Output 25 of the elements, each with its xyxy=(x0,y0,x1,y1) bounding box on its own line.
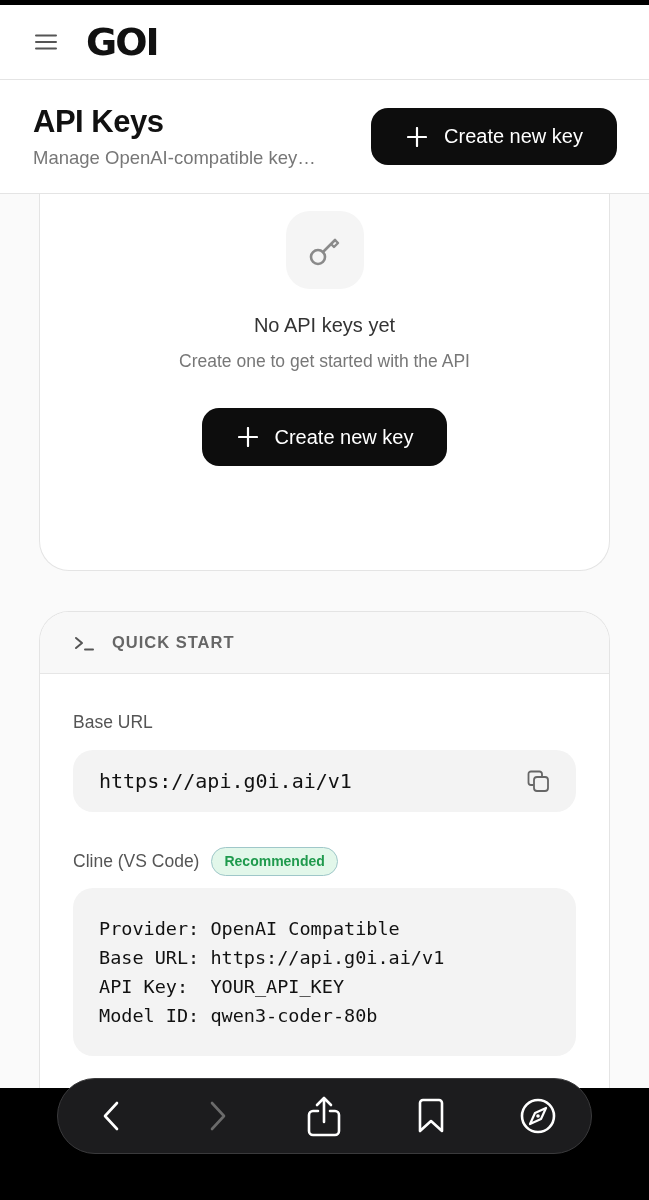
copy-icon[interactable] xyxy=(527,770,549,792)
create-key-button[interactable]: Create new key xyxy=(371,108,617,165)
url-value: https://api.g0i.ai/v1 xyxy=(99,769,352,793)
create-key-button[interactable]: Create new key xyxy=(201,408,448,466)
share-icon[interactable] xyxy=(306,1095,343,1137)
section-label: Base URL xyxy=(73,711,153,733)
code-line: API Key: YOUR_API_KEY xyxy=(99,975,346,999)
logo[interactable]: GOI xyxy=(86,23,158,61)
code-line: Model ID: qwen3-coder-80b xyxy=(99,1004,379,1028)
empty-state-message: Create one to get started with the API xyxy=(179,350,470,373)
menu-icon[interactable] xyxy=(35,34,57,50)
code-line: Base URL: https://api.g0i.ai/v1 xyxy=(99,946,446,970)
code-line: Provider: OpenAI Compatible xyxy=(99,917,401,941)
key-icon xyxy=(285,211,364,289)
section-label: Cline (VS Code) xyxy=(73,850,200,872)
terminal-icon xyxy=(74,634,94,651)
back-icon[interactable] xyxy=(103,1101,120,1131)
plus-icon xyxy=(237,427,258,447)
page-subtitle: Manage OpenAI-compatible key… xyxy=(33,145,316,170)
compass-icon[interactable] xyxy=(519,1098,556,1134)
plus-icon xyxy=(407,126,428,147)
quick-start-title: QUICK START xyxy=(112,633,235,652)
page-title: API Keys xyxy=(33,103,165,140)
empty-state-title: No API keys yet xyxy=(253,313,396,337)
recommended-badge: Recommended xyxy=(211,846,338,876)
